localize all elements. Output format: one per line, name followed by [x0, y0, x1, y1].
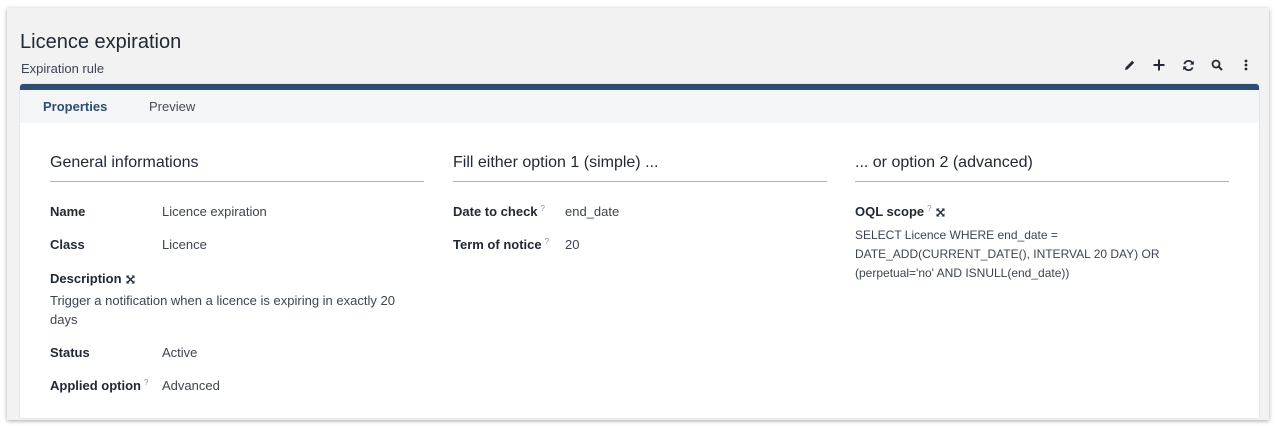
description-value: Trigger a notification when a licence is…: [50, 293, 395, 327]
general-informations-section: General informations Name Licence expira…: [50, 154, 424, 393]
option1-section: Fill either option 1 (simple) ... Date t…: [453, 154, 827, 252]
term-of-notice-label-text: Term of notice: [453, 237, 542, 252]
oql-scope-value: SELECT Licence WHERE end_date = DATE_ADD…: [855, 226, 1229, 283]
term-of-notice-value: 20: [565, 237, 580, 252]
help-hint[interactable]: ?: [144, 378, 148, 387]
date-to-check-label-text: Date to check: [453, 204, 538, 219]
date-to-check-label: Date to check?: [453, 204, 545, 219]
oql-line-3: (perpetual='no' AND ISNULL(end_date)): [855, 266, 1070, 280]
description-label-text: Description: [50, 271, 122, 286]
name-label: Name: [50, 204, 86, 219]
class-label: Class: [50, 237, 85, 252]
term-of-notice-label: Term of notice?: [453, 237, 549, 252]
field-description: Description: [50, 271, 424, 287]
applied-option-label-text: Applied option: [50, 378, 141, 393]
more-vertical-icon[interactable]: [1237, 56, 1255, 74]
help-hint[interactable]: ?: [545, 237, 549, 246]
refresh-icon[interactable]: [1179, 56, 1197, 74]
expand-icon[interactable]: [126, 272, 135, 287]
help-hint[interactable]: ?: [927, 204, 931, 213]
description-label: Description: [50, 271, 135, 286]
class-value: Licence: [162, 237, 207, 252]
details-panel: Properties Preview General informations …: [20, 84, 1259, 418]
field-oql-scope: OQL scope?: [855, 204, 945, 220]
applied-option-value: Advanced: [162, 378, 220, 393]
plus-icon[interactable]: [1150, 56, 1168, 74]
toolbar: [1121, 56, 1255, 74]
oql-line-1: SELECT Licence WHERE end_date =: [855, 228, 1058, 242]
section-title-general: General informations: [50, 154, 424, 182]
oql-line-2: DATE_ADD(CURRENT_DATE(), INTERVAL 20 DAY…: [855, 247, 1160, 261]
page-title: Licence expiration: [20, 31, 182, 53]
applied-option-label: Applied option?: [50, 378, 148, 393]
section-title-option2: ... or option 2 (advanced): [855, 154, 1229, 182]
search-icon[interactable]: [1208, 56, 1226, 74]
page-subtitle: Expiration rule: [21, 61, 105, 76]
tab-preview[interactable]: Preview: [149, 99, 195, 114]
tab-bar: Properties Preview: [20, 90, 1259, 123]
oql-scope-label-text: OQL scope: [855, 204, 925, 219]
section-title-option1: Fill either option 1 (simple) ...: [453, 154, 827, 182]
name-value: Licence expiration: [162, 204, 267, 219]
tab-properties[interactable]: Properties: [43, 99, 107, 114]
expand-icon[interactable]: [936, 205, 945, 220]
option2-section: ... or option 2 (advanced) OQL scope? SE…: [855, 154, 1229, 280]
date-to-check-value: end_date: [565, 204, 620, 219]
oql-scope-label: OQL scope?: [855, 204, 945, 219]
help-hint[interactable]: ?: [541, 204, 545, 213]
status-value: Active: [162, 345, 198, 360]
status-label: Status: [50, 345, 90, 360]
object-details-frame: Licence expiration Expiration rule Prope…: [7, 8, 1269, 420]
pencil-icon[interactable]: [1121, 56, 1139, 74]
